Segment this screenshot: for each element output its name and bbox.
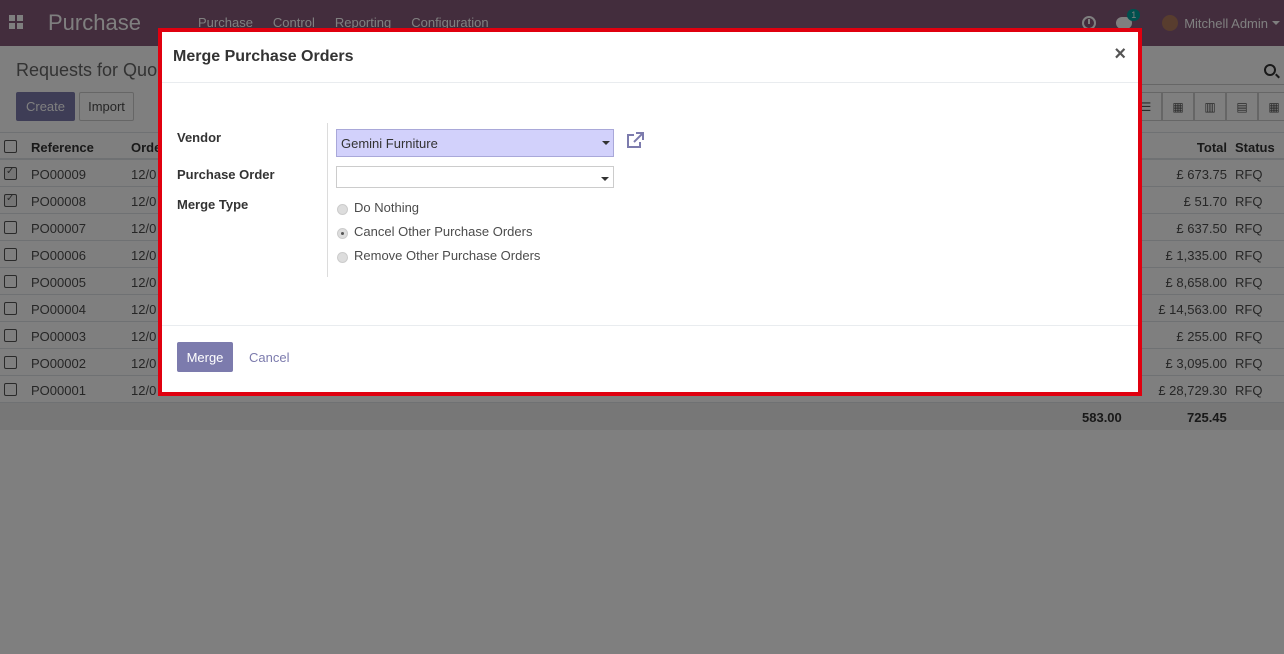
merge-type-label: Merge Type bbox=[177, 197, 249, 212]
radio-do-nothing-label[interactable]: Do Nothing bbox=[354, 200, 419, 215]
dialog-header: Merge Purchase Orders × bbox=[162, 32, 1138, 83]
merge-dialog: Merge Purchase Orders × Vendor Gemini Fu… bbox=[158, 28, 1142, 396]
dialog-footer: Merge Cancel bbox=[162, 325, 1138, 392]
close-icon[interactable]: × bbox=[1114, 44, 1126, 64]
radio-remove-other[interactable] bbox=[337, 252, 348, 263]
form-divider bbox=[327, 123, 328, 277]
external-link-icon[interactable] bbox=[626, 132, 644, 150]
cancel-button[interactable]: Cancel bbox=[249, 350, 289, 365]
merge-button[interactable]: Merge bbox=[177, 342, 233, 372]
merge-form: Vendor Gemini Furniture Purchase Order M… bbox=[162, 123, 1138, 278]
dialog-title: Merge Purchase Orders bbox=[173, 48, 354, 65]
radio-do-nothing[interactable] bbox=[337, 204, 348, 215]
radio-cancel-other-label[interactable]: Cancel Other Purchase Orders bbox=[354, 224, 532, 239]
purchase-order-label: Purchase Order bbox=[177, 167, 275, 182]
radio-remove-other-label[interactable]: Remove Other Purchase Orders bbox=[354, 248, 540, 263]
vendor-dropdown-icon[interactable] bbox=[602, 141, 610, 145]
vendor-label: Vendor bbox=[177, 130, 222, 145]
vendor-value: Gemini Furniture bbox=[341, 136, 438, 151]
purchase-order-dropdown-icon[interactable] bbox=[601, 177, 609, 181]
radio-cancel-other[interactable] bbox=[337, 228, 348, 239]
vendor-select[interactable]: Gemini Furniture bbox=[336, 129, 614, 157]
purchase-order-select[interactable] bbox=[336, 166, 614, 188]
